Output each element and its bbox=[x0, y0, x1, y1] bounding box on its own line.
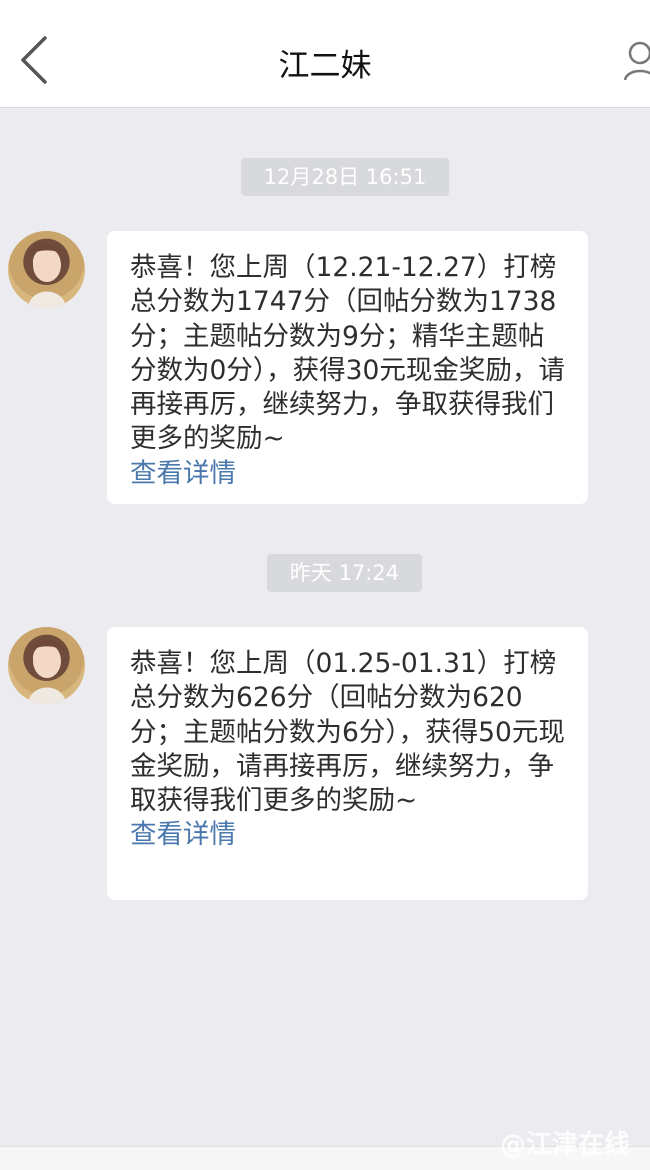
message-text: 恭喜！您上周（01.25-01.31）打榜总分数为626分（回帖分数为620分；… bbox=[130, 648, 565, 817]
profile-button[interactable] bbox=[622, 40, 650, 84]
message-text: 恭喜！您上周（12.21-12.27）打榜总分数为1747分（回帖分数为1738… bbox=[130, 252, 565, 455]
avatar bbox=[8, 627, 85, 704]
profile-icon bbox=[623, 41, 650, 81]
message-timestamp: 12月28日 16:51 bbox=[241, 158, 449, 196]
message-bubble: 恭喜！您上周（01.25-01.31）打榜总分数为626分（回帖分数为620分；… bbox=[107, 627, 588, 900]
avatar bbox=[8, 231, 85, 308]
view-details-link[interactable]: 查看详情 bbox=[130, 818, 568, 852]
view-details-link[interactable]: 查看详情 bbox=[130, 457, 568, 491]
page-title: 江二妹 bbox=[278, 48, 372, 84]
message-bubble: 恭喜！您上周（12.21-12.27）打榜总分数为1747分（回帖分数为1738… bbox=[107, 231, 588, 504]
navigation-bar: 江二妹 bbox=[0, 0, 650, 108]
watermark: @江津在线 bbox=[499, 1130, 630, 1160]
message-timestamp: 昨天 17:24 bbox=[267, 554, 422, 592]
